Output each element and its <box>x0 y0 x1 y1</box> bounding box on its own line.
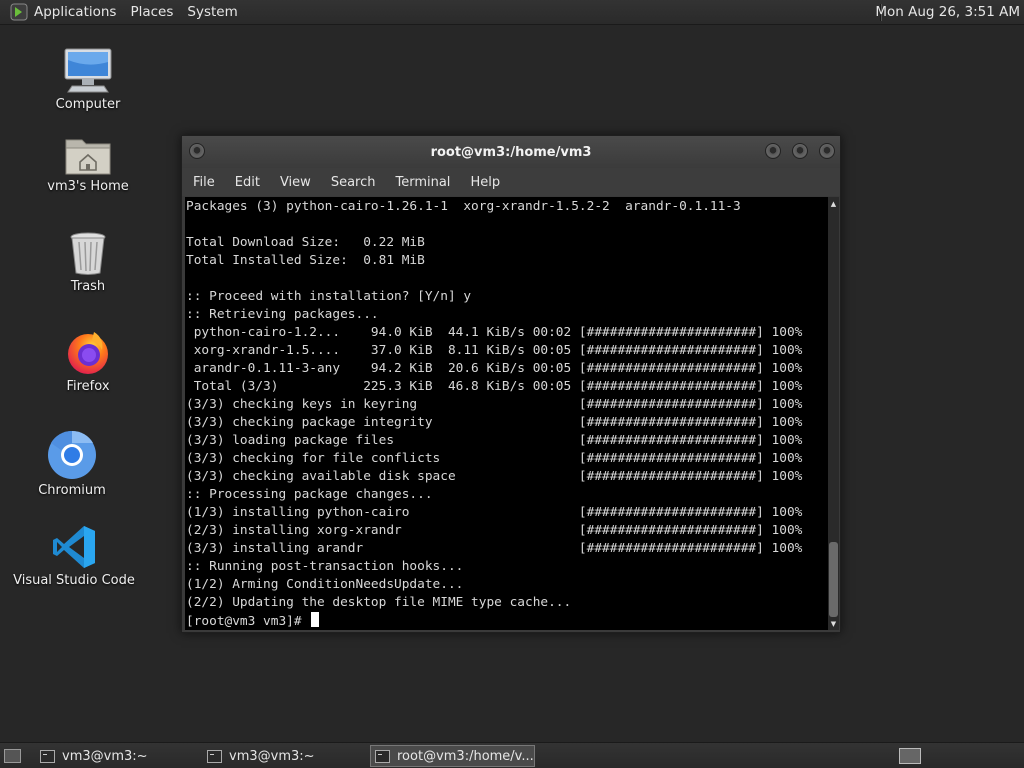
menu-view[interactable]: View <box>280 175 311 190</box>
taskbar-item-label: root@vm3:/home/v... <box>397 748 534 764</box>
desktop-icon-label: Firefox <box>66 379 110 394</box>
maximize-icon[interactable] <box>792 143 808 159</box>
desktop-icon-trash[interactable]: Trash <box>18 226 158 294</box>
terminal-line: arandr-0.1.11-3-any 94.2 KiB 20.6 KiB/s … <box>186 361 803 376</box>
taskbar-item-label: vm3@vm3:~ <box>229 748 315 764</box>
desktop-icon-home[interactable]: vm3's Home <box>18 126 158 194</box>
terminal-text: Packages (3) python-cairo-1.26.1-1 xorg-… <box>185 197 828 630</box>
terminal-line: (3/3) checking keys in keyring [########… <box>186 397 803 412</box>
terminal-line: (3/3) checking for file conflicts [#####… <box>186 451 803 466</box>
vscode-icon <box>46 520 102 570</box>
desktop-icon-computer[interactable]: Computer <box>18 44 158 112</box>
desktop-icon-label: Chromium <box>38 483 106 498</box>
terminal-line: Total (3/3) 225.3 KiB 46.8 KiB/s 00:05 [… <box>186 379 803 394</box>
trash-icon <box>60 226 116 276</box>
applications-menu[interactable]: Applications <box>34 4 124 20</box>
terminal-icon <box>375 749 390 763</box>
show-desktop-icon[interactable] <box>4 749 21 763</box>
terminal-line: Total Download Size: 0.22 MiB <box>186 235 425 250</box>
scrollbar-thumb[interactable] <box>829 542 838 617</box>
system-menu[interactable]: System <box>187 4 245 20</box>
desktop-icon-chromium[interactable]: Chromium <box>2 430 142 498</box>
bottom-panel: vm3@vm3:~ vm3@vm3:~ root@vm3:/home/v... <box>0 742 1024 768</box>
terminal-line: :: Retrieving packages... <box>186 307 379 322</box>
top-panel: Applications Places System Mon Aug 26, 3… <box>0 0 1024 25</box>
chromium-icon <box>44 430 100 480</box>
taskbar-item[interactable]: vm3@vm3:~ <box>36 745 201 767</box>
terminal-line: (3/3) checking available disk space [###… <box>186 469 803 484</box>
terminal-line: (2/3) installing xorg-xrandr [##########… <box>186 523 803 538</box>
scroll-down-icon[interactable]: ▼ <box>828 618 839 629</box>
terminal-menubar: File Edit View Search Terminal Help <box>182 168 840 196</box>
terminal-line: (3/3) checking package integrity [######… <box>186 415 803 430</box>
taskbar-item[interactable]: vm3@vm3:~ <box>203 745 368 767</box>
menu-search[interactable]: Search <box>331 175 376 190</box>
terminal-line: xorg-xrandr-1.5.... 37.0 KiB 8.11 KiB/s … <box>186 343 803 358</box>
menu-edit[interactable]: Edit <box>235 175 260 190</box>
close-icon[interactable] <box>819 143 835 159</box>
terminal-prompt-line: [root@vm3 vm3]# <box>186 612 828 630</box>
minimize-icon[interactable] <box>765 143 781 159</box>
window-titlebar[interactable]: root@vm3:/home/vm3 <box>182 136 840 168</box>
terminal-scrollbar[interactable]: ▲ ▼ <box>828 197 839 630</box>
desktop-icon-firefox[interactable]: Firefox <box>18 326 158 394</box>
terminal-line: (3/3) loading package files [###########… <box>186 433 803 448</box>
terminal-window[interactable]: root@vm3:/home/vm3 File Edit View Search… <box>181 135 841 633</box>
terminal-prompt: [root@vm3 vm3]# <box>186 614 310 629</box>
desktop-icon-label: Visual Studio Code <box>13 573 135 588</box>
home-folder-icon <box>60 126 116 176</box>
terminal-line: (1/2) Arming ConditionNeedsUpdate... <box>186 577 464 592</box>
terminal-line: python-cairo-1.2... 94.0 KiB 44.1 KiB/s … <box>186 325 803 340</box>
window-title: root@vm3:/home/vm3 <box>430 145 592 160</box>
menu-file[interactable]: File <box>193 175 215 190</box>
terminal-line: Total Installed Size: 0.81 MiB <box>186 253 425 268</box>
scroll-up-icon[interactable]: ▲ <box>828 198 839 209</box>
firefox-icon <box>60 326 116 376</box>
taskbar-item-active[interactable]: root@vm3:/home/v... <box>370 745 535 767</box>
desktop-icon-vscode[interactable]: Visual Studio Code <box>4 520 144 588</box>
terminal-icon <box>40 749 55 763</box>
taskbar-item-label: vm3@vm3:~ <box>62 748 148 764</box>
terminal-icon <box>207 749 222 763</box>
terminal-line: :: Running post-transaction hooks... <box>186 559 464 574</box>
desktop-icon-label: Trash <box>70 279 106 294</box>
terminal-line: (1/3) installing python-cairo [#########… <box>186 505 803 520</box>
desktop-icon-label: vm3's Home <box>47 179 129 194</box>
menu-terminal[interactable]: Terminal <box>395 175 450 190</box>
computer-icon <box>60 44 116 94</box>
terminal-line: (3/3) installing arandr [###############… <box>186 541 803 556</box>
terminal-line: (2/2) Updating the desktop file MIME typ… <box>186 595 572 610</box>
terminal-line: :: Processing package changes... <box>186 487 433 502</box>
text-cursor <box>311 612 320 627</box>
places-menu[interactable]: Places <box>130 4 181 20</box>
menu-help[interactable]: Help <box>470 175 500 190</box>
desktop-icon-label: Computer <box>55 97 121 112</box>
workspace-switcher[interactable] <box>899 748 921 764</box>
clock[interactable]: Mon Aug 26, 3:51 AM <box>875 4 1020 20</box>
terminal-line: Packages (3) python-cairo-1.26.1-1 xorg-… <box>186 199 741 214</box>
terminal-output[interactable]: Packages (3) python-cairo-1.26.1-1 xorg-… <box>185 197 828 630</box>
menu-logo-icon[interactable] <box>8 2 30 22</box>
terminal-line: :: Proceed with installation? [Y/n] y <box>186 289 472 304</box>
